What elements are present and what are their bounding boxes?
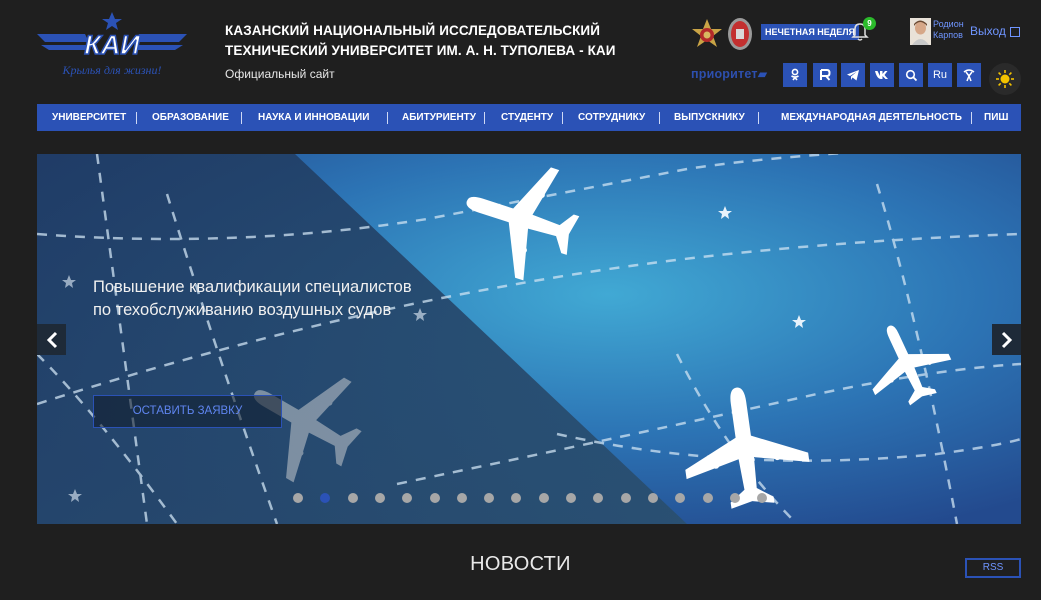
slide-caption: Повышение квалификации специалистов по т… [93,278,412,319]
week-parity-badge: НЕЧЕТНАЯ НЕДЕЛЯ [761,24,859,40]
nav-item-applicant[interactable]: АБИТУРИЕНТУ [402,104,476,131]
nav-separator [241,112,242,124]
prioritet-logo[interactable]: приоритет▰ [691,66,767,81]
slider-dot[interactable] [566,493,576,503]
language-switch[interactable]: Ru [928,63,952,87]
nav-item-international[interactable]: МЕЖДУНАРОДНАЯ ДЕЯТЕЛЬНОСТЬ [781,104,962,131]
nav-item-employee[interactable]: СОТРУДНИКУ [578,104,645,131]
order-emblem-icon [691,19,723,53]
nav-separator [971,112,972,124]
vk-icon[interactable] [870,63,894,87]
logo-text: КАИ [84,30,140,60]
nav-item-graduate[interactable]: ВЫПУСКНИКУ [674,104,745,131]
slide-background-image [37,154,1021,524]
slider-dot[interactable] [729,493,740,503]
nav-item-student[interactable]: СТУДЕНТУ [501,104,553,131]
sun-icon[interactable] [989,63,1021,95]
slider-dot[interactable] [538,493,549,503]
user-last-name: Карпов [933,30,963,40]
slider-dot[interactable] [620,493,631,503]
kai-logo[interactable]: КАИ Крылья для жизни! [37,12,187,80]
nav-separator [758,112,759,124]
university-title-line2: ТЕХНИЧЕСКИЙ УНИВЕРСИТЕТ ИМ. А. Н. ТУПОЛЕ… [225,43,616,58]
site-header: КАИ Крылья для жизни! КАЗАНСКИЙ НАЦИОНАЛ… [0,0,1041,100]
nav-item-education[interactable]: ОБРАЗОВАНИЕ [152,104,229,131]
submit-application-button[interactable]: ОСТАВИТЬ ЗАЯВКУ [93,395,282,428]
telegram-icon[interactable] [841,63,865,87]
user-first-name: Родион [933,19,964,29]
slider-dot[interactable] [347,493,358,503]
hero-slider: Повышение квалификации специалистов по т… [37,154,1021,524]
prioritet-label: приоритет [691,67,758,81]
slider-dot[interactable] [702,493,713,503]
main-nav: УНИВЕРСИТЕТ ОБРАЗОВАНИЕ НАУКА И ИННОВАЦИ… [37,104,1021,131]
nav-item-university[interactable]: УНИВЕРСИТЕТ [52,104,126,131]
slider-dot[interactable] [293,493,303,503]
nav-separator [387,112,388,124]
rss-button[interactable]: RSS [965,558,1021,578]
news-section-title: НОВОСТИ [470,553,571,575]
logout-link[interactable]: Выход [970,24,1006,38]
low-vision-icon[interactable] [957,63,981,87]
notification-count-badge: 9 [863,17,876,30]
nav-separator [659,112,660,124]
search-icon[interactable] [899,63,923,87]
nav-separator [484,112,485,124]
user-name[interactable]: Родион Карпов [933,19,969,41]
slider-dot[interactable] [647,493,658,503]
external-link-icon[interactable] [1010,27,1020,37]
nav-separator [562,112,563,124]
red-banner-emblem-icon [727,17,753,51]
chevron-left-icon [46,331,57,348]
nav-separator [136,112,137,124]
site-subtitle: Официальный сайт [225,67,335,81]
chevron-right-icon [1001,331,1012,348]
university-title: КАЗАНСКИЙ НАЦИОНАЛЬНЫЙ ИССЛЕДОВАТЕЛЬСКИЙ… [225,21,645,61]
rutube-icon[interactable] [813,63,837,87]
slider-dot[interactable] [456,493,467,503]
avatar[interactable] [910,18,931,45]
slider-prev-button[interactable] [37,324,66,355]
nav-item-pish[interactable]: ПИШ [984,104,1008,131]
nav-item-science[interactable]: НАУКА И ИННОВАЦИИ [258,104,369,131]
slider-dot[interactable] [429,493,440,503]
ok-icon[interactable] [783,63,807,87]
slider-next-button[interactable] [992,324,1021,355]
university-title-line1: КАЗАНСКИЙ НАЦИОНАЛЬНЫЙ ИССЛЕДОВАТЕЛЬСКИЙ [225,23,601,38]
slider-dot[interactable] [374,493,385,503]
logo-slogan: Крылья для жизни! [61,63,161,77]
